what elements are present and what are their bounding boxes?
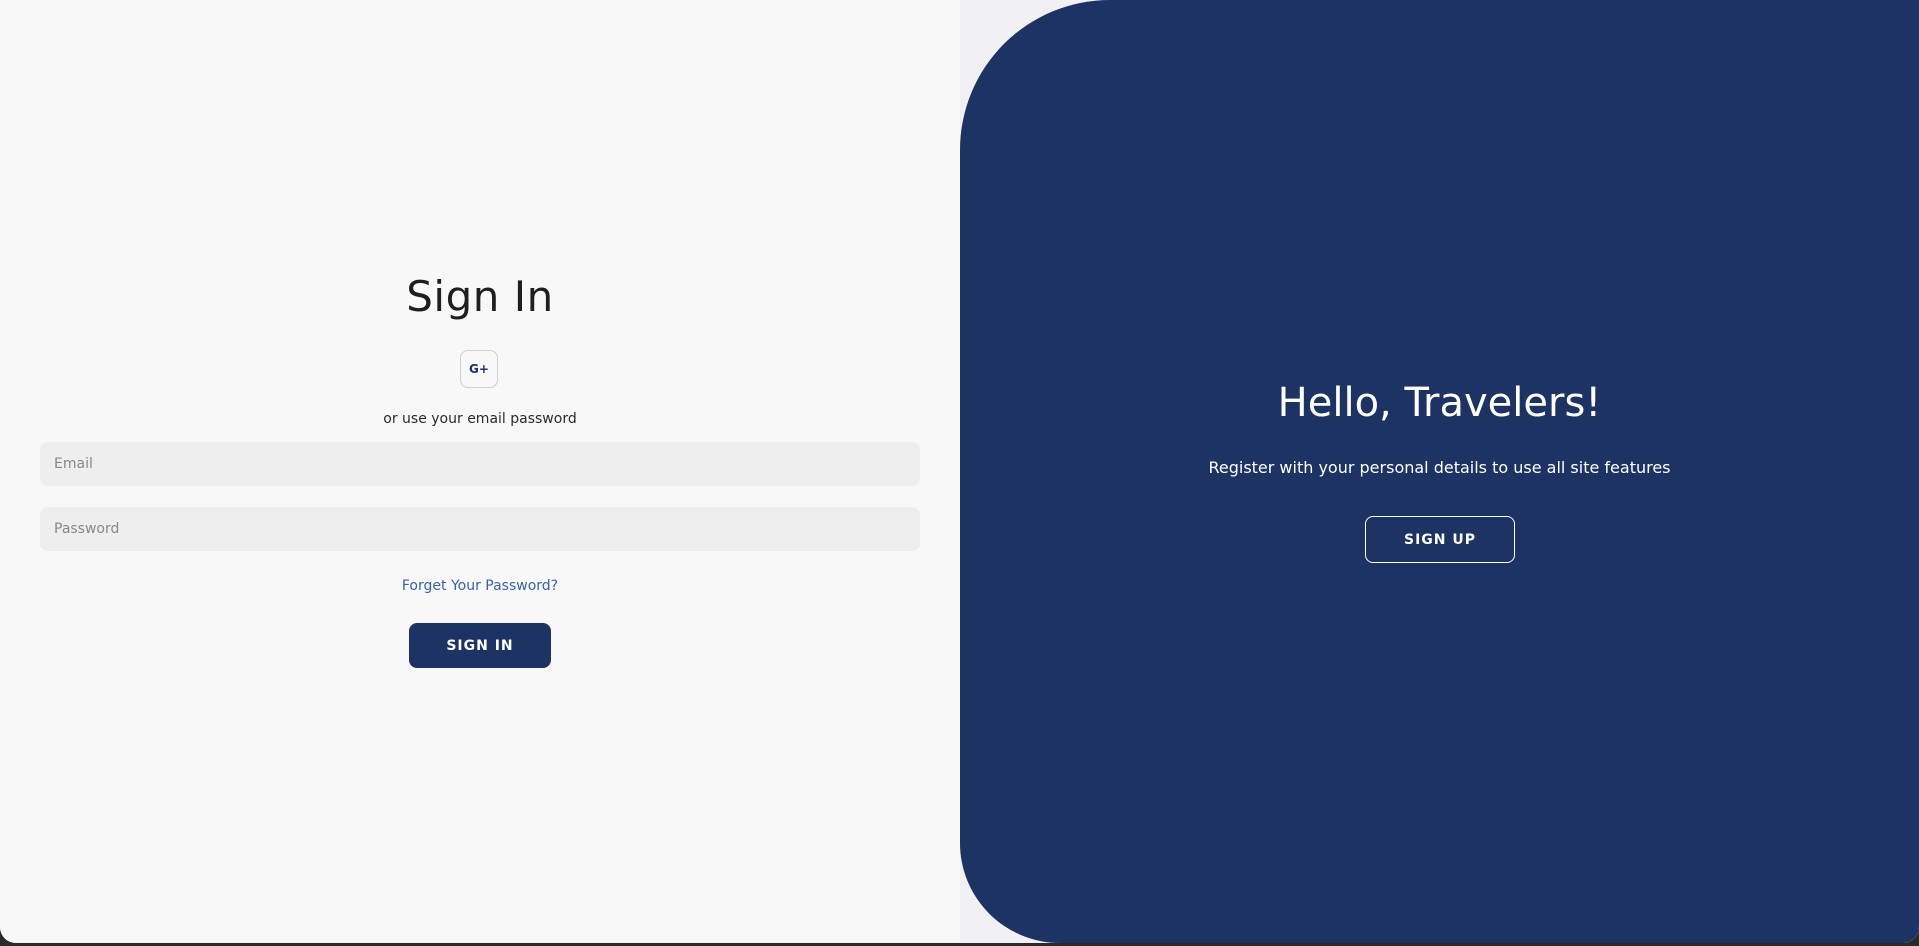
signin-title: Sign In (406, 272, 554, 321)
email-field[interactable] (40, 442, 920, 486)
google-signin-button[interactable]: G+ (460, 350, 498, 388)
signin-button[interactable]: SIGN IN (409, 623, 551, 668)
auth-page: Sign In G+ or use your email password Fo… (0, 0, 1919, 943)
google-plus-icon: G+ (469, 362, 489, 376)
password-field[interactable] (40, 507, 920, 551)
alt-signin-text: or use your email password (383, 411, 577, 427)
signup-button[interactable]: SIGN UP (1365, 516, 1515, 563)
signup-subtitle: Register with your personal details to u… (1208, 458, 1671, 477)
signup-title: Hello, Travelers! (1277, 380, 1602, 426)
forgot-password-link[interactable]: Forget Your Password? (0, 578, 960, 594)
